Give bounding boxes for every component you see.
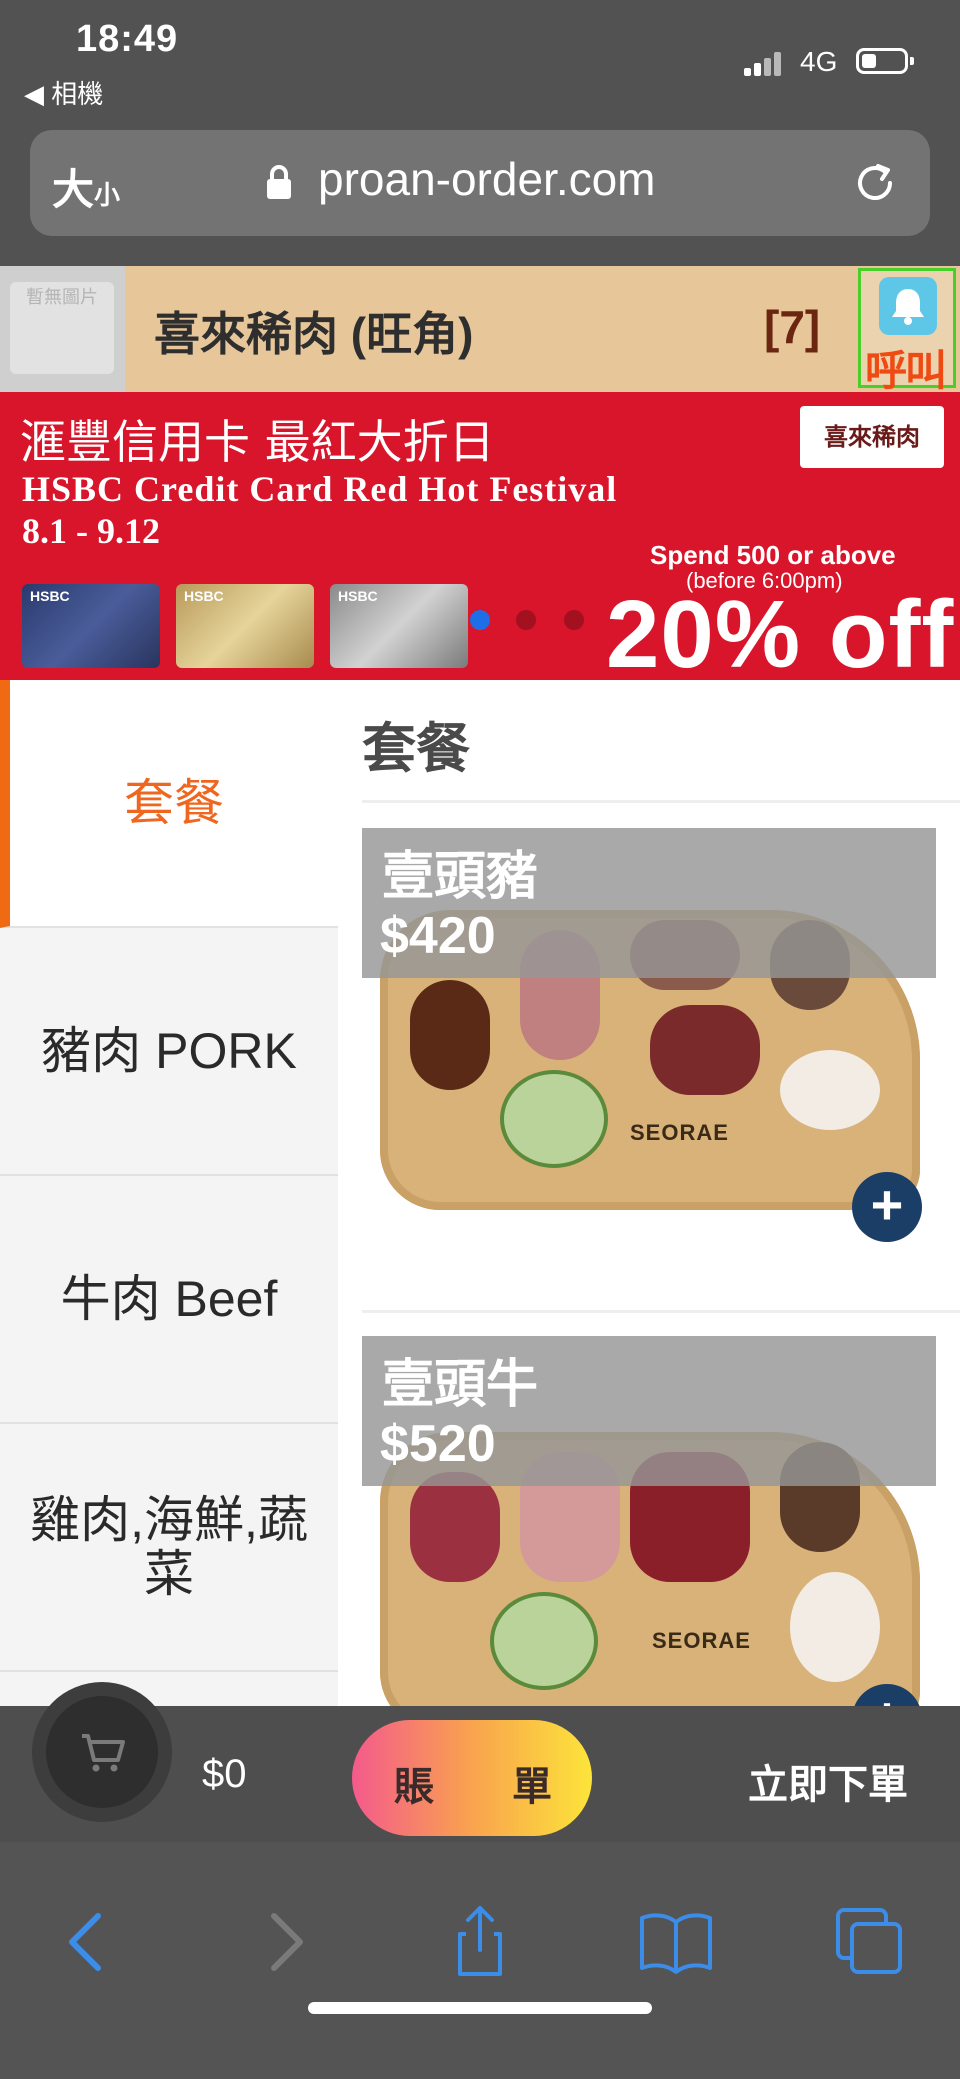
reload-icon[interactable] xyxy=(850,158,900,208)
url-text[interactable]: proan-order.com xyxy=(318,152,656,206)
text-size-small-label: 小 xyxy=(94,180,121,210)
section-title: 套餐 xyxy=(362,719,470,779)
credit-card-image: HSBC xyxy=(176,584,314,668)
item-overlay: 壹頭牛 $520 xyxy=(362,1336,936,1486)
banner-dates: 8.1 - 9.12 xyxy=(22,511,160,551)
back-to-app-link[interactable]: ◀ 相機 xyxy=(24,74,103,111)
item-name: 壹頭豬 xyxy=(382,848,539,906)
menu-item[interactable]: SEORAE 壹頭牛 $520 + xyxy=(362,1336,960,1706)
add-to-cart-button[interactable]: + xyxy=(852,1172,922,1242)
credit-card-image: HSBC xyxy=(330,584,468,668)
banner-spend-text: Spend 500 or above xyxy=(650,540,896,570)
status-bar: 18:49 ◀ 相機 4G xyxy=(0,0,960,120)
browser-toolbar xyxy=(0,1842,960,2079)
shop-header: 暫無圖片 喜來稀肉 (旺角) [7] 呼叫 xyxy=(0,266,960,394)
order-now-button[interactable]: 立即下單 xyxy=(748,1752,908,1810)
network-type: 4G xyxy=(800,46,838,77)
home-indicator[interactable] xyxy=(308,2002,652,2014)
shop-name: 喜來稀肉 (旺角) xyxy=(154,308,474,360)
share-icon[interactable] xyxy=(440,1902,520,1982)
table-number: [7] xyxy=(764,301,821,353)
cart-button[interactable] xyxy=(32,1682,172,1822)
status-time: 18:49 xyxy=(76,18,179,60)
banner-title-en: HSBC Credit Card Red Hot Festival xyxy=(22,469,618,509)
back-icon[interactable] xyxy=(46,1902,126,1982)
call-label: 呼叫 xyxy=(865,347,947,394)
bell-icon xyxy=(879,277,937,335)
bill-button[interactable]: 賬 單 xyxy=(352,1720,592,1836)
divider xyxy=(362,1310,960,1313)
text-size-large-label: 大 xyxy=(52,166,95,213)
cart-icon xyxy=(82,1734,125,1772)
item-price: $520 xyxy=(380,1415,496,1473)
board-brand-text: SEORAE xyxy=(652,1628,751,1653)
menu-list: 套餐 SEORAE 壹頭豬 $420 + SEORAE 壹頭牛 $520 xyxy=(338,680,960,1706)
signal-icon xyxy=(744,52,784,76)
menu-item[interactable]: SEORAE 壹頭豬 $420 + xyxy=(362,828,960,1268)
shop-logo: 暫無圖片 xyxy=(0,266,125,392)
bookmarks-icon[interactable] xyxy=(636,1902,716,1982)
call-waiter-button[interactable]: 呼叫 xyxy=(858,268,956,394)
item-overlay: 壹頭豬 $420 xyxy=(362,828,936,978)
board-brand-text: SEORAE xyxy=(630,1120,729,1145)
banner-brand-logo: 喜來稀肉 xyxy=(800,406,944,468)
carousel-dot-active[interactable] xyxy=(470,610,490,630)
card-brand-text: HSBC xyxy=(184,588,224,604)
category-set-meal[interactable]: 套餐 xyxy=(0,680,338,928)
order-bar: $0 賬 單 立即下單 xyxy=(0,1682,960,1842)
category-pork[interactable]: 豬肉 PORK xyxy=(0,928,338,1176)
logo-placeholder-text: 暫無圖片 xyxy=(26,287,98,307)
carousel-dot[interactable] xyxy=(516,610,536,630)
carousel-dot[interactable] xyxy=(564,610,584,630)
tabs-icon[interactable] xyxy=(830,1902,910,1982)
divider xyxy=(362,800,960,803)
text-size-button[interactable]: 大小 xyxy=(52,156,120,217)
card-brand-text: HSBC xyxy=(30,588,70,604)
card-brand-text: HSBC xyxy=(338,588,378,604)
cart-total: $0 xyxy=(202,1752,247,1796)
lock-icon xyxy=(267,165,291,199)
category-sidebar: 套餐 豬肉 PORK 牛肉 Beef 雞肉,海鮮,蔬菜 xyxy=(0,680,338,1706)
forward-icon[interactable] xyxy=(246,1902,326,1982)
banner-discount: 20% off xyxy=(606,581,955,680)
bill-label-right: 單 xyxy=(512,1765,552,1809)
promo-banner[interactable]: 滙豐信用卡 最紅大折日 HSBC Credit Card Red Hot Fes… xyxy=(0,392,960,680)
bill-label-left: 賬 xyxy=(394,1765,434,1809)
battery-icon xyxy=(856,48,914,74)
category-beef[interactable]: 牛肉 Beef xyxy=(0,1176,338,1424)
item-name: 壹頭牛 xyxy=(382,1356,539,1414)
credit-card-image: HSBC xyxy=(22,584,160,668)
category-chicken-seafood-veg[interactable]: 雞肉,海鮮,蔬菜 xyxy=(0,1424,338,1672)
banner-title-zh: 滙豐信用卡 最紅大折日 xyxy=(20,415,495,469)
address-bar[interactable]: 大小 proan-order.com xyxy=(30,130,930,236)
item-price: $420 xyxy=(380,907,496,965)
